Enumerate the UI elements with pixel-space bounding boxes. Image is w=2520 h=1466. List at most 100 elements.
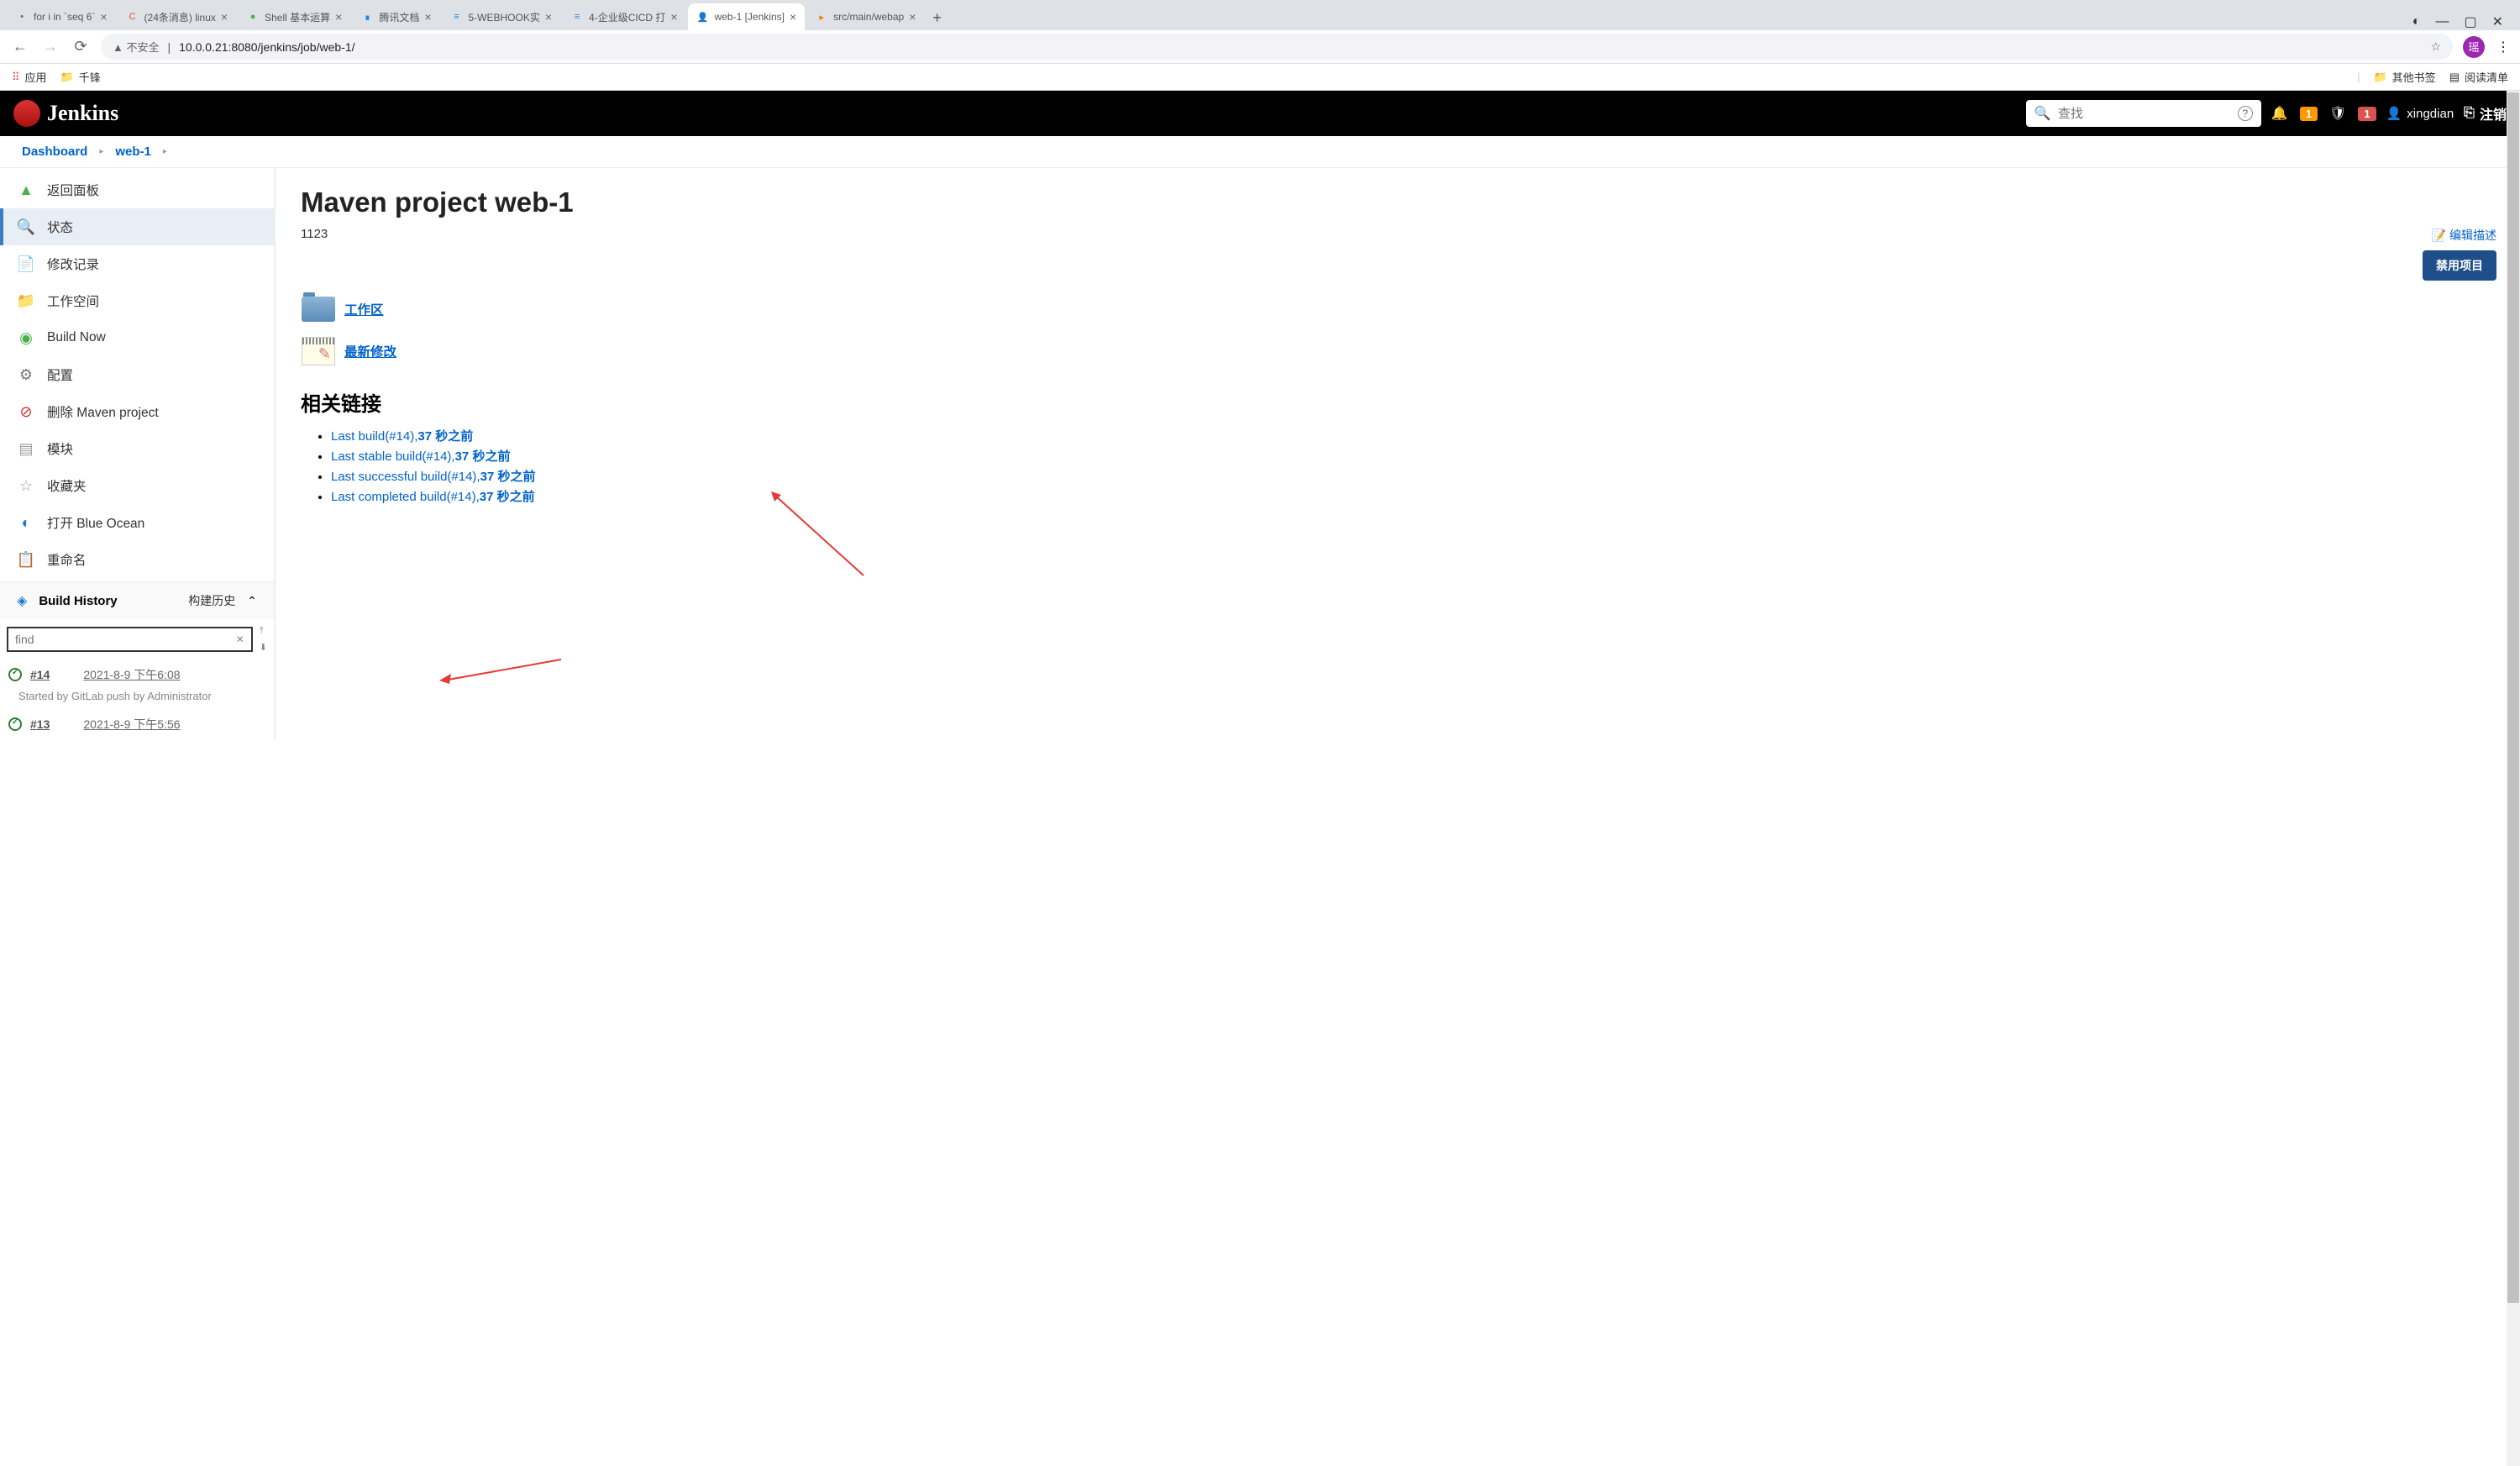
browser-tab[interactable]: 👤web-1 [Jenkins]× — [688, 3, 806, 30]
jenkins-logo[interactable]: Jenkins — [13, 100, 118, 127]
build-number[interactable]: #14 — [30, 668, 50, 681]
apps-button[interactable]: ⠿应用 — [12, 69, 47, 85]
sidebar-item-icon: ◉ — [17, 328, 35, 347]
window-controls: ◐ — ▢ ✕ — [2402, 13, 2513, 30]
related-link-item: Last build(#14),37 秒之前 — [331, 427, 2495, 444]
permalink[interactable]: Last completed build(#14),37 秒之前 — [331, 490, 535, 504]
edit-description-link[interactable]: 📝 编辑描述 — [2423, 227, 2496, 244]
sidebar-item-label: 修改记录 — [47, 255, 99, 273]
shield-icon[interactable]: 🛡 — [2329, 105, 2346, 122]
permalink[interactable]: Last successful build(#14),37 秒之前 — [331, 470, 535, 484]
sidebar-item[interactable]: 🔍状态 — [0, 208, 274, 245]
logout-button[interactable]: ⎘ 注销 — [2464, 103, 2507, 123]
sidebar-item-label: 工作空间 — [47, 292, 99, 310]
browser-tab[interactable]: •for i in `seq 6`× — [7, 3, 116, 30]
sidebar-item-icon: ☆ — [17, 476, 35, 495]
tab-close-icon[interactable]: × — [424, 10, 431, 24]
build-timestamp[interactable]: 2021-8-9 下午6:08 — [83, 666, 180, 683]
reading-list[interactable]: ▤阅读清单 — [2449, 69, 2508, 85]
browser-tab[interactable]: ●Shell 基本运算× — [238, 3, 350, 30]
folder-icon — [302, 297, 335, 322]
build-number[interactable]: #13 — [30, 717, 50, 731]
sidebar-item-icon: ⚙ — [17, 365, 35, 384]
tab-close-icon[interactable]: × — [221, 10, 228, 24]
breadcrumb-dashboard[interactable]: Dashboard — [22, 144, 87, 159]
scroll-down-icon[interactable]: ⬇ — [260, 642, 267, 653]
browser-tab[interactable]: ≡5-WEBHOOK实× — [442, 3, 561, 30]
bookmark-star-icon[interactable]: ☆ — [2430, 39, 2441, 54]
build-timestamp[interactable]: 2021-8-9 下午5:56 — [83, 716, 180, 733]
sidebar-item[interactable]: 📄修改记录 — [0, 245, 274, 282]
user-icon: 👤 — [2386, 106, 2402, 121]
browser-tab[interactable]: C(24条消息) linux× — [118, 3, 237, 30]
minimize-button[interactable]: — — [2435, 14, 2449, 29]
build-row[interactable]: #13 2021-8-9 下午5:56 — [0, 709, 274, 739]
annotation-arrow — [439, 655, 565, 685]
bookmark-item[interactable]: 📁千锋 — [60, 69, 101, 85]
other-bookmarks[interactable]: 📁其他书签 — [2373, 69, 2435, 85]
scroll-top-icon[interactable]: ⤒ — [260, 626, 267, 637]
close-window-button[interactable]: ✕ — [2492, 13, 2503, 30]
tab-close-icon[interactable]: × — [670, 10, 677, 24]
build-row[interactable]: #14 2021-8-9 下午6:08 Started by GitLab push… — [0, 659, 274, 709]
sidebar-item-icon: ▤ — [17, 439, 35, 458]
tab-title: 腾讯文档 — [379, 10, 419, 24]
new-tab-button[interactable]: + — [926, 6, 948, 30]
tab-favicon: ▸ — [815, 10, 828, 24]
build-cause: Started by GitLab push by Administrator — [8, 690, 265, 702]
tab-close-icon[interactable]: × — [790, 10, 796, 24]
url-input[interactable]: ▲ 不安全 | 10.0.0.21:8080/jenkins/job/web-1… — [101, 34, 2453, 60]
tab-title: for i in `seq 6` — [34, 11, 95, 23]
find-input[interactable] — [15, 633, 236, 646]
main-panel: Maven project web-1 1123 📝 编辑描述 禁用项目 工作区… — [276, 168, 2520, 739]
nav-back-button[interactable]: ← — [10, 37, 30, 57]
browser-menu-button[interactable]: ⋮ — [2496, 39, 2510, 55]
sidebar-item[interactable]: ◐打开 Blue Ocean — [0, 504, 274, 541]
disable-project-button[interactable]: 禁用项目 — [2423, 250, 2496, 281]
tab-title: Shell 基本运算 — [265, 10, 330, 24]
tab-close-icon[interactable]: × — [909, 10, 916, 24]
help-icon[interactable]: ? — [2238, 106, 2253, 121]
sidebar-item[interactable]: ⚙ 配置 — [0, 356, 274, 393]
sidebar-item[interactable]: ⊘删除 Maven project — [0, 393, 274, 430]
bookmarks-bar: ⠿应用 📁千锋 | 📁其他书签 ▤阅读清单 — [0, 64, 2520, 91]
build-history-header[interactable]: ◈ Build History 构建历史 ⌃ — [0, 581, 274, 619]
maximize-button[interactable]: ▢ — [2464, 13, 2476, 30]
search-input[interactable] — [2058, 107, 2231, 121]
related-link-item: Last completed build(#14),37 秒之前 — [331, 487, 2495, 505]
sidebar-item-label: Build Now — [47, 330, 106, 345]
sidebar-item[interactable]: ☆收藏夹 — [0, 467, 274, 504]
jenkins-logo-icon — [13, 100, 40, 127]
changes-link[interactable]: 最新修改 — [301, 334, 2495, 369]
tab-close-icon[interactable]: × — [545, 10, 552, 24]
sidebar-item-label: 重命名 — [47, 550, 87, 569]
tab-close-icon[interactable]: × — [100, 10, 107, 24]
permalink[interactable]: Last stable build(#14),37 秒之前 — [331, 449, 510, 464]
tab-close-icon[interactable]: × — [335, 10, 342, 24]
workspace-link[interactable]: 工作区 — [301, 292, 2495, 327]
user-menu[interactable]: 👤 xingdian — [2386, 106, 2454, 121]
sidebar-item[interactable]: 📋重命名 — [0, 541, 274, 578]
reload-button[interactable]: ⟳ — [71, 37, 91, 57]
browser-tab[interactable]: ∎ 腾讯文档 × — [352, 3, 439, 30]
page-scrollbar[interactable] — [2507, 91, 2520, 1466]
sidebar-item[interactable]: ◉ Build Now — [0, 319, 274, 356]
permalink[interactable]: Last build(#14),37 秒之前 — [331, 429, 473, 444]
sidebar-item[interactable]: 📁工作空间 — [0, 282, 274, 319]
sidebar-item-label: 配置 — [47, 365, 73, 384]
bell-icon[interactable]: 🔔 — [2271, 105, 2288, 122]
clear-icon[interactable]: ✕ — [236, 633, 244, 645]
breadcrumb-job[interactable]: web-1 — [115, 144, 151, 159]
nav-forward-button[interactable]: → — [40, 37, 60, 57]
incognito-icon: ◐ — [2412, 14, 2421, 29]
sidebar-item[interactable]: ▤模块 — [0, 430, 274, 467]
tab-favicon: ∎ — [360, 10, 374, 24]
profile-avatar[interactable]: 瑶 — [2463, 36, 2485, 58]
search-box[interactable]: 🔍 ? — [2026, 100, 2261, 127]
jenkins-brand-text: Jenkins — [47, 101, 118, 126]
sidebar-item[interactable]: ▲返回面板 — [0, 171, 274, 208]
browser-tab[interactable]: ▸src/main/webap× — [806, 3, 924, 30]
browser-tab[interactable]: ≡4-企业级CICD 打× — [562, 3, 686, 30]
build-history-title: Build History — [39, 594, 176, 608]
chevron-up-icon[interactable]: ⌃ — [247, 594, 257, 608]
